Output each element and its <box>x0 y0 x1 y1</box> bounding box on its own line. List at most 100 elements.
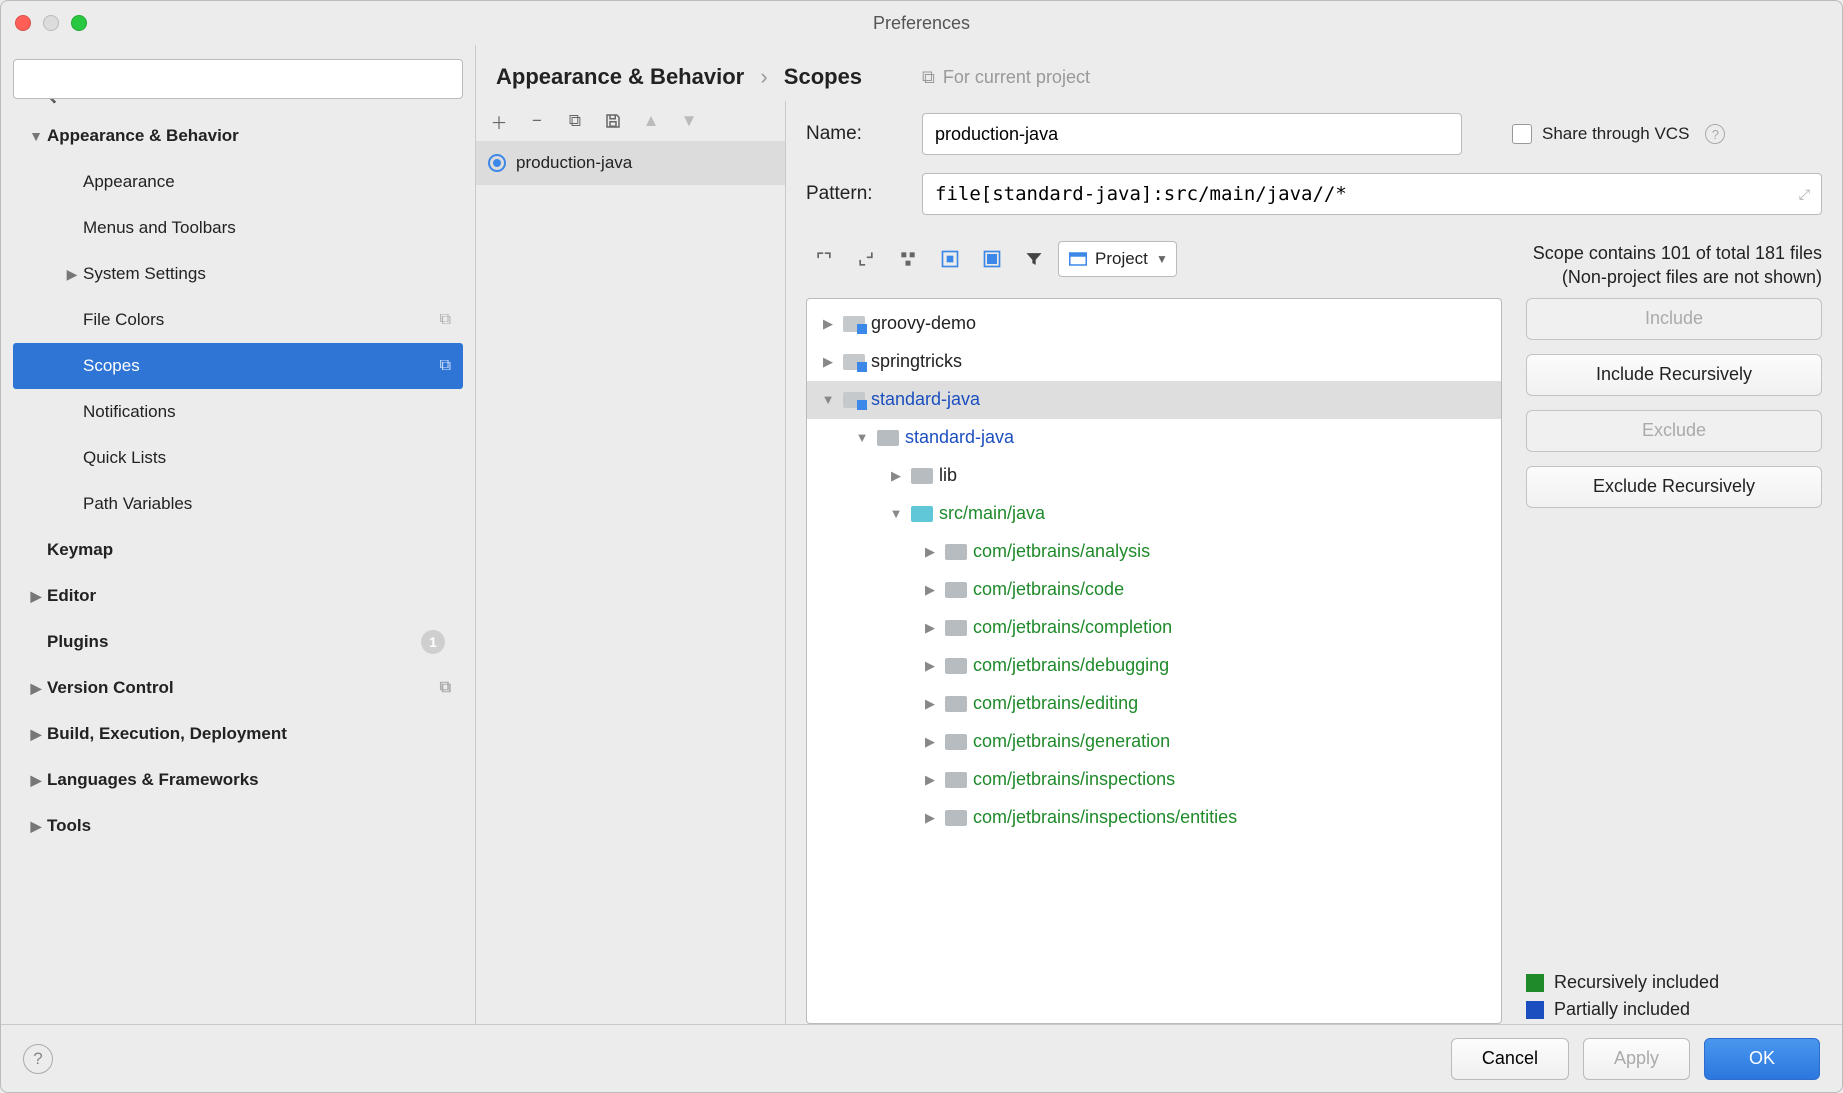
count-badge: 1 <box>421 630 445 654</box>
chevron-right-icon: ▶ <box>819 316 837 332</box>
folder-icon <box>945 620 967 636</box>
folder-icon <box>945 810 967 826</box>
scope-list-item[interactable]: production-java <box>476 141 785 185</box>
settings-tree-item-label: Notifications <box>83 402 463 422</box>
settings-tree[interactable]: ▼Appearance & BehaviorAppearance Menus an… <box>13 113 463 1024</box>
settings-tree-panel: 🔍 ▼Appearance & BehaviorAppearanceMenus … <box>1 45 475 1024</box>
file-tree-row[interactable]: ▶com/jetbrains/inspections <box>807 761 1501 799</box>
file-tree-row[interactable]: ▶com/jetbrains/debugging <box>807 647 1501 685</box>
settings-tree-item[interactable]: ▶Languages & Frameworks <box>13 757 463 803</box>
settings-tree-item-label: Menus and Toolbars <box>83 218 463 238</box>
pattern-input[interactable] <box>922 173 1822 215</box>
settings-tree-item[interactable]: Appearance <box>13 159 463 205</box>
file-tree-row[interactable]: ▶com/jetbrains/generation <box>807 723 1501 761</box>
folder-icon <box>945 658 967 674</box>
settings-tree-item[interactable]: ▶Build, Execution, Deployment <box>13 711 463 757</box>
settings-tree-item[interactable]: ▶System Settings <box>13 251 463 297</box>
settings-tree-item[interactable]: ▶Editor <box>13 573 463 619</box>
file-tree-row[interactable]: ▶ lib <box>807 457 1501 495</box>
settings-tree-item[interactable]: Path Variables <box>13 481 463 527</box>
settings-tree-item[interactable]: File Colors⧉ <box>13 297 463 343</box>
settings-tree-item-label: Editor <box>47 586 463 606</box>
file-tree-label: com/jetbrains/generation <box>973 731 1170 752</box>
scope-name-input[interactable] <box>922 113 1462 155</box>
settings-tree-item-label: Quick Lists <box>83 448 463 468</box>
settings-tree-item-label: System Settings <box>83 264 463 284</box>
expand-icon[interactable]: ⤢ <box>1799 186 1810 203</box>
tree-structure-button[interactable] <box>890 241 926 277</box>
detail-panel: Appearance & Behavior › Scopes ⧉ For cur… <box>476 45 1842 1024</box>
file-tree-label: com/jetbrains/code <box>973 579 1124 600</box>
tree-collapse-button[interactable] <box>848 241 884 277</box>
file-tree-label: groovy-demo <box>871 313 976 334</box>
show-files-button[interactable] <box>974 241 1010 277</box>
move-down-button[interactable]: ▼ <box>676 108 702 134</box>
file-tree-row[interactable]: ▶ groovy-demo <box>807 305 1501 343</box>
remove-scope-button[interactable]: − <box>524 108 550 134</box>
include-button[interactable]: Include <box>1526 298 1822 340</box>
file-tree[interactable]: ▶groovy-demo▶springtricks▼standard-java▼… <box>806 298 1502 1024</box>
file-tree-label: lib <box>939 465 957 486</box>
module-icon <box>843 392 865 408</box>
folder-icon <box>945 582 967 598</box>
file-tree-row[interactable]: ▼src/main/java <box>807 495 1501 533</box>
include-exclude-buttons: Include Include Recursively Exclude Excl… <box>1526 298 1822 1024</box>
folder-icon <box>877 430 899 446</box>
scope-from-dropdown[interactable]: Project ▼ <box>1058 241 1177 277</box>
file-tree-row[interactable]: ▼standard-java <box>807 419 1501 457</box>
file-tree-row[interactable]: ▶com/jetbrains/completion <box>807 609 1501 647</box>
chevron-right-icon: ▶ <box>887 468 905 484</box>
save-scope-button[interactable] <box>600 108 626 134</box>
name-label: Name: <box>806 123 902 145</box>
scope-list[interactable]: production-java <box>476 141 785 185</box>
file-tree-row[interactable]: ▶springtricks <box>807 343 1501 381</box>
copy-scope-button[interactable]: ⧉ <box>562 108 588 134</box>
settings-tree-item[interactable]: Menus and Toolbars <box>13 205 463 251</box>
settings-tree-item[interactable]: ▶Version Control⧉ <box>13 665 463 711</box>
move-up-button[interactable]: ▲ <box>638 108 664 134</box>
show-modules-button[interactable] <box>932 241 968 277</box>
settings-tree-item-label: Path Variables <box>83 494 463 514</box>
file-tree-row[interactable]: ▶com/jetbrains/inspections/entities <box>807 799 1501 837</box>
for-current-project-label: ⧉ For current project <box>922 67 1090 88</box>
file-tree-row[interactable]: ▼standard-java <box>807 381 1501 419</box>
settings-tree-item[interactable]: ▼Appearance & Behavior <box>13 113 463 159</box>
settings-search-input[interactable] <box>13 59 463 99</box>
tree-expand-button[interactable] <box>806 241 842 277</box>
exclude-recursively-button[interactable]: Exclude Recursively <box>1526 466 1822 508</box>
file-tree-row[interactable]: ▶com/jetbrains/code <box>807 571 1501 609</box>
settings-tree-item-label: File Colors <box>83 310 463 330</box>
include-recursively-button[interactable]: Include Recursively <box>1526 354 1822 396</box>
settings-tree-item-label: Appearance & Behavior <box>47 126 463 146</box>
file-tree-row[interactable]: ▶com/jetbrains/analysis <box>807 533 1501 571</box>
share-through-vcs-checkbox[interactable] <box>1512 124 1532 144</box>
scope-list-toolbar: ＋ − ⧉ ▲ ▼ <box>476 101 785 141</box>
settings-tree-item[interactable]: Plugins1 <box>13 619 463 665</box>
settings-tree-item[interactable]: Keymap <box>13 527 463 573</box>
filter-icon[interactable] <box>1016 241 1052 277</box>
help-button[interactable]: ? <box>23 1044 53 1074</box>
chevron-right-icon: ▶ <box>25 772 47 789</box>
scope-status-text: Scope contains 101 of total 181 files (N… <box>1195 241 1822 290</box>
exclude-button[interactable]: Exclude <box>1526 410 1822 452</box>
settings-tree-item[interactable]: ▶Tools <box>13 803 463 849</box>
settings-tree-item[interactable]: Notifications <box>13 389 463 435</box>
settings-tree-item[interactable]: Quick Lists <box>13 435 463 481</box>
chevron-right-icon: ▶ <box>921 658 939 674</box>
settings-tree-item[interactable]: Scopes⧉ <box>13 343 463 389</box>
file-tree-row[interactable]: ▶com/jetbrains/editing <box>807 685 1501 723</box>
add-scope-button[interactable]: ＋ <box>486 108 512 134</box>
dialog-footer: ? Cancel Apply OK <box>1 1024 1842 1092</box>
apply-button[interactable]: Apply <box>1583 1038 1690 1080</box>
ok-button[interactable]: OK <box>1704 1038 1820 1080</box>
cancel-button[interactable]: Cancel <box>1451 1038 1569 1080</box>
chevron-right-icon: ▶ <box>921 772 939 788</box>
folder-icon <box>945 696 967 712</box>
legend-swatch-green <box>1526 974 1544 992</box>
chevron-right-icon: ▶ <box>921 620 939 636</box>
breadcrumb: Appearance & Behavior › Scopes <box>496 64 862 90</box>
per-project-icon: ⧉ <box>440 679 451 697</box>
chevron-right-icon: ▶ <box>921 810 939 826</box>
share-help-icon[interactable]: ? <box>1705 124 1725 144</box>
chevron-right-icon: ▶ <box>921 544 939 560</box>
